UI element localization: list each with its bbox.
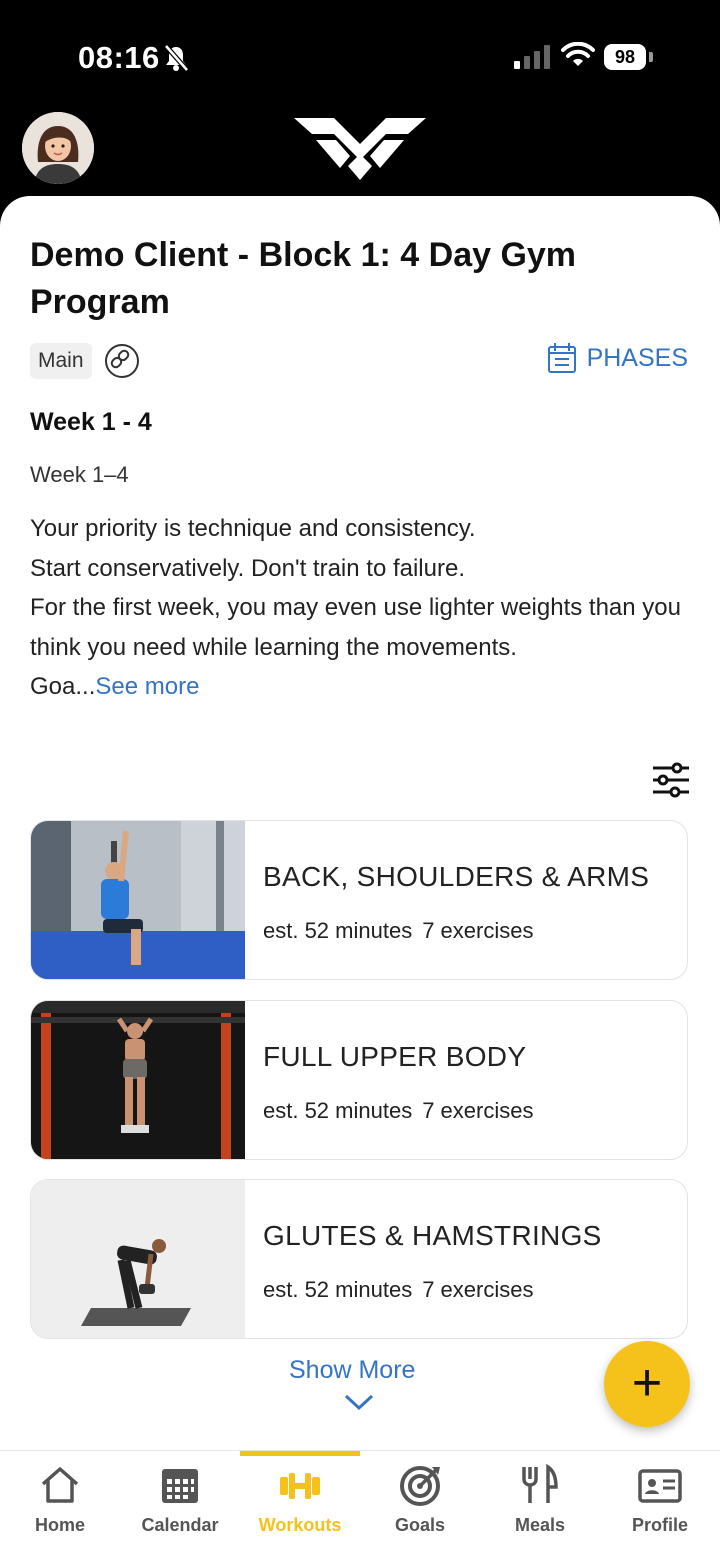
brand-logo bbox=[294, 118, 426, 180]
workout-thumbnail bbox=[31, 1001, 245, 1159]
workout-card[interactable]: FULL UPPER BODY est. 52 minutes 7 exercis… bbox=[30, 1000, 688, 1160]
dumbbell-icon bbox=[280, 1473, 320, 1499]
description-line: Start conservatively. Don't train to fai… bbox=[30, 554, 465, 582]
workout-exercise-count: 7 exercises bbox=[422, 918, 534, 943]
show-more-button[interactable]: Show More bbox=[289, 1356, 415, 1385]
tab-label: Calendar bbox=[141, 1515, 219, 1535]
link-button[interactable] bbox=[105, 344, 139, 378]
tab-label: Goals bbox=[394, 1515, 446, 1535]
workout-card[interactable]: BACK, SHOULDERS & ARMS est. 52 minutes 7 … bbox=[30, 820, 688, 980]
description-line: Your priority is technique and consisten… bbox=[30, 515, 476, 542]
workout-card[interactable]: GLUTES & HAMSTRINGS est. 52 minutes 7 exe… bbox=[30, 1179, 688, 1339]
workout-duration: est. 52 minutes bbox=[263, 918, 413, 943]
add-button[interactable]: + bbox=[604, 1341, 690, 1427]
workout-meta: est. 52 minutes 7 exercises bbox=[263, 1098, 543, 1124]
phases-button[interactable]: PHASES bbox=[547, 342, 688, 374]
week-heading: Week 1 - 4 bbox=[30, 408, 152, 436]
workout-title: GLUTES & HAMSTRINGS bbox=[263, 1220, 602, 1251]
description-line: For the first week, you may even use lig… bbox=[30, 594, 681, 661]
workout-thumbnail bbox=[31, 821, 245, 979]
target-icon bbox=[400, 1466, 440, 1506]
program-description: Your priority is technique and consisten… bbox=[30, 509, 690, 707]
bottom-tab-bar: Home Calendar Workouts Goals Meals Profi… bbox=[0, 1450, 720, 1557]
tab-calendar[interactable]: Calendar bbox=[120, 1451, 240, 1557]
home-icon bbox=[41, 1467, 79, 1503]
filter-sliders-icon[interactable] bbox=[651, 762, 691, 798]
link-icon bbox=[110, 349, 130, 369]
tab-label: Profile bbox=[631, 1515, 688, 1535]
battery-indicator: 98 bbox=[604, 44, 646, 70]
avatar[interactable] bbox=[22, 112, 94, 184]
main-tag: Main bbox=[30, 343, 92, 379]
workout-duration: est. 52 minutes bbox=[263, 1098, 413, 1123]
calendar-list-icon bbox=[547, 343, 576, 373]
chevron-down-icon[interactable] bbox=[344, 1393, 374, 1411]
tab-goals[interactable]: Goals bbox=[360, 1451, 480, 1557]
signal-icon bbox=[514, 45, 550, 69]
workout-duration: est. 52 minutes bbox=[263, 1277, 413, 1302]
battery-tip bbox=[649, 52, 653, 62]
bell-muted-icon bbox=[164, 44, 189, 72]
tab-label: Workouts bbox=[258, 1515, 342, 1535]
workout-meta: est. 52 minutes 7 exercises bbox=[263, 1277, 543, 1303]
workout-exercise-count: 7 exercises bbox=[422, 1098, 534, 1123]
status-time: 08:16 bbox=[78, 40, 160, 75]
tab-profile[interactable]: Profile bbox=[600, 1451, 720, 1557]
week-subheading: Week 1–4 bbox=[30, 462, 129, 487]
tab-label: Home bbox=[34, 1515, 85, 1535]
tab-meals[interactable]: Meals bbox=[480, 1451, 600, 1557]
program-title: Demo Client - Block 1: 4 Day Gym Program bbox=[30, 236, 577, 321]
tab-label: Meals bbox=[514, 1515, 566, 1535]
status-bar: 08:16 98 bbox=[0, 0, 720, 110]
description-line: Goa... bbox=[30, 673, 96, 700]
workout-thumbnail bbox=[31, 1180, 245, 1338]
tab-workouts[interactable]: Workouts bbox=[240, 1451, 360, 1557]
see-more-link[interactable]: See more bbox=[95, 673, 199, 700]
workout-meta: est. 52 minutes 7 exercises bbox=[263, 918, 543, 944]
phases-label: PHASES bbox=[586, 343, 688, 372]
program-sheet: Demo Client - Block 1: 4 Day Gym Program… bbox=[0, 196, 720, 1456]
workout-title: BACK, SHOULDERS & ARMS bbox=[263, 861, 650, 892]
wifi-icon bbox=[561, 42, 595, 66]
calendar-icon bbox=[162, 1469, 198, 1503]
workout-title: FULL UPPER BODY bbox=[263, 1041, 527, 1072]
tab-home[interactable]: Home bbox=[0, 1451, 120, 1557]
id-card-icon bbox=[638, 1469, 682, 1503]
plus-icon: + bbox=[631, 1354, 663, 1412]
fork-knife-icon bbox=[522, 1463, 558, 1503]
workout-exercise-count: 7 exercises bbox=[422, 1277, 534, 1302]
